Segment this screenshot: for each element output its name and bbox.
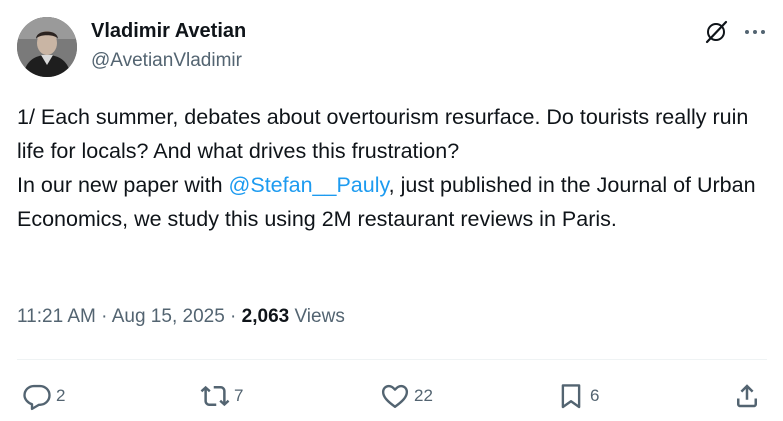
reply-button[interactable]: 2	[22, 381, 65, 411]
avatar[interactable]	[17, 17, 77, 77]
repost-button[interactable]: 7	[200, 381, 243, 411]
tweet-text-segment: In our new paper with	[17, 173, 229, 197]
like-count: 22	[414, 386, 433, 405]
meta-separator: ·	[95, 306, 112, 327]
more-icon[interactable]	[740, 17, 770, 47]
grok-icon[interactable]	[701, 17, 731, 47]
views-count[interactable]: 2,063	[242, 306, 290, 327]
like-button[interactable]: 22	[380, 381, 433, 411]
meta-separator: ·	[224, 306, 242, 327]
repost-icon	[200, 381, 230, 411]
reply-count: 2	[56, 386, 66, 405]
mention-link[interactable]: @Stefan__Pauly	[229, 173, 389, 197]
author-name[interactable]: Vladimir Avetian	[91, 20, 246, 43]
like-icon	[380, 381, 410, 411]
tweet-date[interactable]: Aug 15, 2025	[112, 306, 225, 327]
tweet-paragraph-1: 1/ Each summer, debates about overtouris…	[17, 105, 749, 163]
share-button[interactable]	[732, 381, 762, 411]
tweet-meta: 11:21 AM · Aug 15, 2025 · 2,063 Views	[17, 306, 345, 328]
tweet-paragraph-2: In our new paper with @Stefan__Pauly, ju…	[17, 168, 772, 236]
share-icon	[732, 381, 762, 411]
reply-icon	[22, 381, 52, 411]
tweet-text: 1/ Each summer, debates about overtouris…	[17, 100, 772, 236]
avatar-photo	[17, 17, 77, 77]
bookmark-count: 6	[590, 386, 600, 405]
tweet-time[interactable]: 11:21 AM	[17, 306, 96, 327]
bookmark-button[interactable]: 6	[556, 381, 599, 411]
repost-count: 7	[234, 386, 244, 405]
bookmark-icon	[556, 381, 586, 411]
divider	[17, 359, 767, 360]
views-label: Views	[289, 306, 345, 327]
author-handle[interactable]: @AvetianVladimir	[91, 50, 242, 72]
